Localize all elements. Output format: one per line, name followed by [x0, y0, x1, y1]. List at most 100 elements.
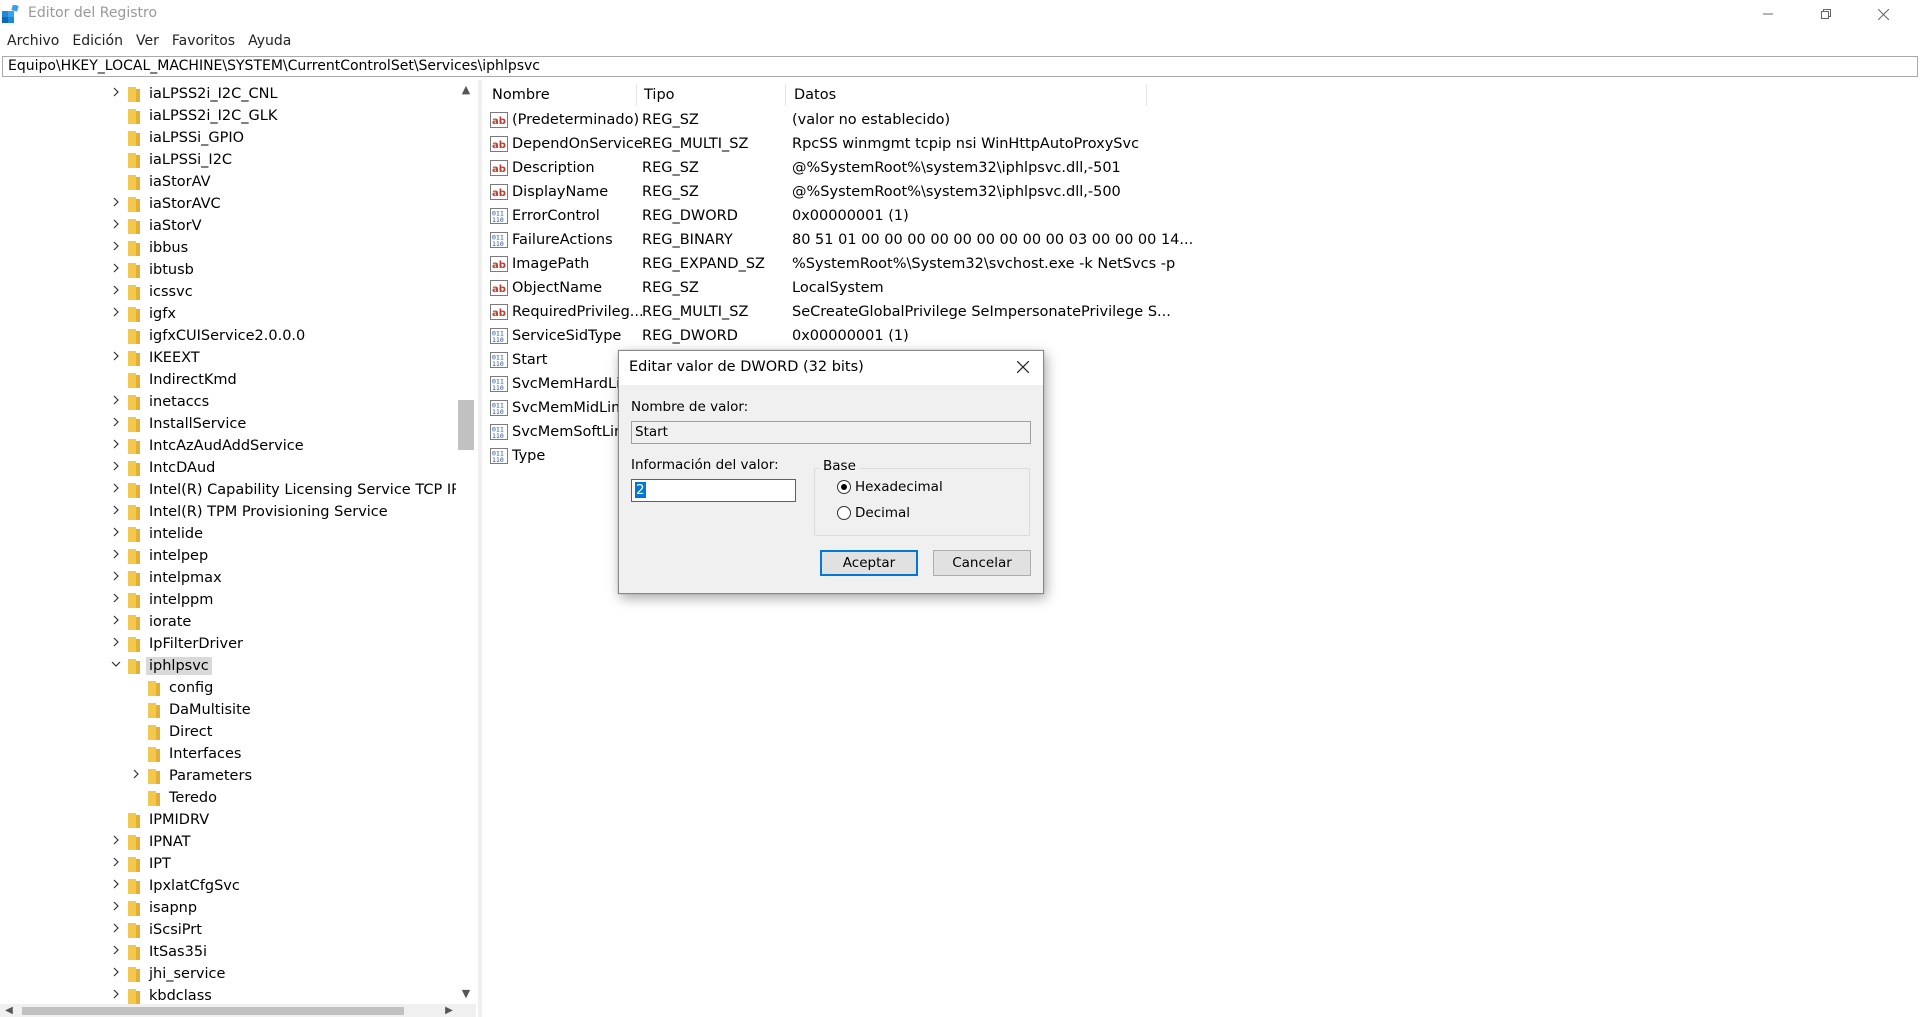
hscroll-thumb[interactable] — [22, 1007, 404, 1015]
value-row[interactable]: 011 110 ErrorControl REG_DWORD 0x00000001 (1… — [484, 204, 1484, 228]
tree-item[interactable]: Parameters — [0, 765, 460, 787]
chevron-right-icon[interactable] — [110, 989, 122, 1003]
close-window-button[interactable] — [1860, 0, 1906, 28]
tree-item[interactable]: IpFilterDriver — [0, 633, 460, 655]
chevron-right-icon[interactable] — [110, 637, 122, 651]
chevron-right-icon[interactable] — [110, 241, 122, 255]
radio-hexadecimal[interactable]: Hexadecimal — [837, 479, 943, 495]
tree-item[interactable]: intelppm — [0, 589, 460, 611]
tree-item[interactable]: intelpep — [0, 545, 460, 567]
tree-item[interactable]: iaLPSSi_I2C — [0, 149, 460, 171]
tree-item[interactable]: intelpmax — [0, 567, 460, 589]
menu-ver[interactable]: Ver — [129, 30, 165, 52]
tree-item[interactable]: ItSas35i — [0, 941, 460, 963]
tree-item[interactable]: Intel(R) TPM Provisioning Service — [0, 501, 460, 523]
tree-item[interactable]: iorate — [0, 611, 460, 633]
chevron-right-icon[interactable] — [110, 857, 122, 871]
chevron-right-icon[interactable] — [110, 505, 122, 519]
radio-decimal[interactable]: Decimal — [837, 505, 910, 521]
value-row[interactable]: ab DependOnService REG_MULTI_SZ RpcSS winmg… — [484, 132, 1484, 156]
tree-item[interactable]: iScsiPrt — [0, 919, 460, 941]
chevron-right-icon[interactable] — [110, 461, 122, 475]
column-separator[interactable] — [1146, 84, 1147, 106]
address-bar[interactable]: Equipo\HKEY_LOCAL_MACHINE\SYSTEM\Current… — [2, 56, 1918, 77]
chevron-right-icon[interactable] — [110, 967, 122, 981]
chevron-right-icon[interactable] — [110, 835, 122, 849]
tree-item[interactable]: igfxCUIService2.0.0.0 — [0, 325, 460, 347]
tree-item[interactable]: icssvc — [0, 281, 460, 303]
column-header-type[interactable]: Tipo — [636, 84, 790, 106]
chevron-right-icon[interactable] — [110, 549, 122, 563]
tree-item[interactable]: isapnp — [0, 897, 460, 919]
chevron-right-icon[interactable] — [110, 483, 122, 497]
chevron-right-icon[interactable] — [110, 571, 122, 585]
tree-item[interactable]: Direct — [0, 721, 460, 743]
restore-button[interactable] — [1803, 0, 1849, 28]
column-header-data[interactable]: Datos — [786, 84, 1236, 106]
chevron-right-icon[interactable] — [110, 439, 122, 453]
chevron-right-icon[interactable] — [110, 219, 122, 233]
chevron-right-icon[interactable] — [110, 285, 122, 299]
menu-favoritos[interactable]: Favoritos — [165, 30, 241, 52]
tree-item[interactable]: iaLPSSi_GPIO — [0, 127, 460, 149]
menu-edicion[interactable]: Edición — [65, 30, 129, 52]
value-row[interactable]: 011 110 ServiceSidType REG_DWORD 0x00000001 … — [484, 324, 1484, 348]
tree-item[interactable]: IPT — [0, 853, 460, 875]
tree-item[interactable]: IntcDAud — [0, 457, 460, 479]
minimize-button[interactable] — [1745, 0, 1791, 28]
tree-item[interactable]: ibtusb — [0, 259, 460, 281]
tree-item[interactable]: jhi_service — [0, 963, 460, 985]
chevron-right-icon[interactable] — [110, 197, 122, 211]
menu-ayuda[interactable]: Ayuda — [241, 30, 297, 52]
tree-item[interactable]: Interfaces — [0, 743, 460, 765]
chevron-right-icon[interactable] — [130, 769, 142, 783]
tree-item[interactable]: igfx — [0, 303, 460, 325]
tree-item[interactable]: Teredo — [0, 787, 460, 809]
tree-item[interactable]: inetaccs — [0, 391, 460, 413]
value-row[interactable]: ab ImagePath REG_EXPAND_SZ %SystemRoot%\Sys… — [484, 252, 1484, 276]
value-data-input[interactable]: 2 — [631, 479, 796, 502]
ok-button[interactable]: Aceptar — [820, 550, 918, 576]
tree-item[interactable]: IPMIDRV — [0, 809, 460, 831]
scroll-left-icon[interactable]: ◀ — [0, 1004, 18, 1017]
tree-item[interactable]: IKEEXT — [0, 347, 460, 369]
chevron-right-icon[interactable] — [110, 879, 122, 893]
value-row[interactable]: ab RequiredPrivileg... REG_MULTI_SZ SeCreat… — [484, 300, 1484, 324]
value-name-field[interactable]: Start — [631, 421, 1031, 444]
tree-item[interactable]: kbdclass — [0, 985, 460, 1004]
tree-item[interactable]: Intel(R) Capability Licensing Service TC… — [0, 479, 476, 501]
scroll-down-icon[interactable]: ▼ — [456, 984, 476, 1004]
tree-item[interactable]: iaLPSS2i_I2C_GLK — [0, 105, 460, 127]
tree-item[interactable]: iphlpsvc — [0, 655, 460, 677]
tree-horizontal-scrollbar[interactable]: ◀ ▶ — [0, 1004, 476, 1017]
chevron-right-icon[interactable] — [110, 923, 122, 937]
tree-item[interactable]: IpxlatCfgSvc — [0, 875, 460, 897]
chevron-right-icon[interactable] — [110, 901, 122, 915]
chevron-right-icon[interactable] — [110, 527, 122, 541]
chevron-right-icon[interactable] — [110, 615, 122, 629]
tree-item[interactable]: iaLPSS2i_I2C_CNL — [0, 83, 460, 105]
chevron-right-icon[interactable] — [110, 87, 122, 101]
tree-item[interactable]: iaStorAVC — [0, 193, 460, 215]
value-row[interactable]: ab ObjectName REG_SZ LocalSystem — [484, 276, 1484, 300]
menu-archivo[interactable]: Archivo — [0, 30, 65, 52]
chevron-right-icon[interactable] — [110, 395, 122, 409]
tree-item[interactable]: InstallService — [0, 413, 460, 435]
scroll-right-icon[interactable]: ▶ — [440, 1004, 458, 1017]
chevron-right-icon[interactable] — [110, 945, 122, 959]
value-row[interactable]: ab (Predeterminado) REG_SZ (valor no establ… — [484, 108, 1484, 132]
tree-item[interactable]: iaStorAV — [0, 171, 460, 193]
value-row[interactable]: ab DisplayName REG_SZ @%SystemRoot%\system3… — [484, 180, 1484, 204]
pane-splitter[interactable] — [478, 80, 482, 1017]
scroll-up-icon[interactable]: ▲ — [456, 80, 476, 100]
chevron-right-icon[interactable] — [110, 351, 122, 365]
cancel-button[interactable]: Cancelar — [933, 550, 1031, 576]
chevron-right-icon[interactable] — [110, 417, 122, 431]
chevron-down-icon[interactable] — [110, 659, 122, 673]
dialog-close-button[interactable] — [1009, 355, 1037, 381]
tree-item[interactable]: DaMultisite — [0, 699, 460, 721]
value-row[interactable]: ab Description REG_SZ @%SystemRoot%\system3… — [484, 156, 1484, 180]
scroll-thumb[interactable] — [458, 400, 474, 450]
chevron-right-icon[interactable] — [110, 263, 122, 277]
tree-item[interactable]: IPNAT — [0, 831, 460, 853]
